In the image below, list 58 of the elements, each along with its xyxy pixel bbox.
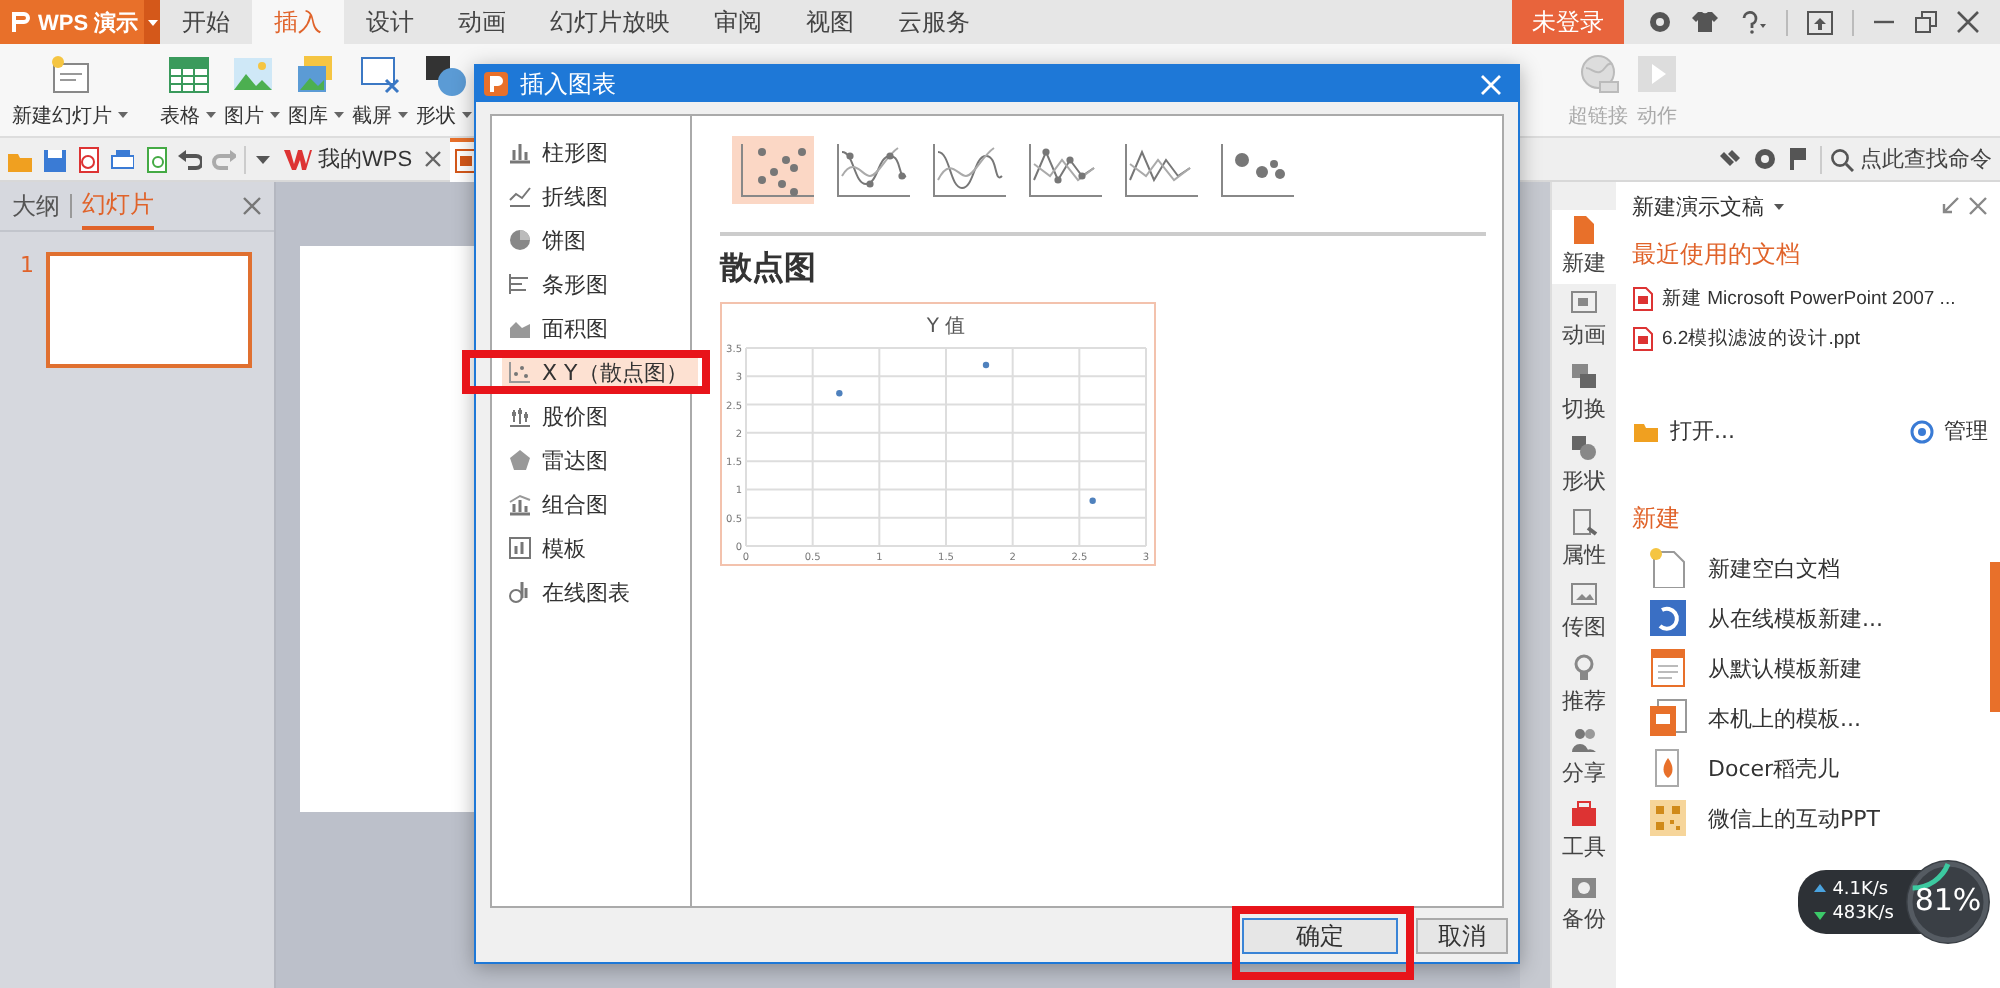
new-option-link[interactable]: 从在线模板新建...	[1708, 603, 1883, 633]
side-tab[interactable]: 传图	[1552, 575, 1616, 648]
new-option-link[interactable]: 新建空白文档	[1708, 553, 1840, 583]
ribbon-tab[interactable]: 设计	[344, 0, 436, 44]
open-link[interactable]: 打开...	[1670, 416, 1735, 446]
chart-type-item[interactable]: 柱形图	[502, 130, 618, 174]
pane-title-menu[interactable]: 新建演示文稿	[1632, 191, 1786, 221]
chart-type-item[interactable]: 面积图	[502, 306, 618, 350]
chart-type-item[interactable]: 雷达图	[502, 438, 618, 482]
ribbon-tab[interactable]: 幻灯片放映	[528, 0, 692, 44]
download-speed: 483K/s	[1832, 904, 1894, 924]
dialog-button[interactable]: 取消	[1416, 917, 1508, 953]
new-option-link[interactable]: Docer稻壳儿	[1708, 753, 1840, 783]
ribbon-button[interactable]: 截屏	[352, 51, 410, 129]
dialog-title: 插入图表	[520, 67, 616, 101]
panel-tab[interactable]: 大纲	[12, 182, 60, 230]
upload-speed: 4.1K/s	[1832, 880, 1889, 900]
ribbon-tab[interactable]: 云服务	[876, 0, 992, 44]
ribbon-button[interactable]: 图片	[224, 51, 282, 129]
new-option-link[interactable]: 本机上的模板...	[1708, 703, 1861, 733]
side-tab[interactable]: 形状	[1552, 429, 1616, 502]
ribbon-tab[interactable]: 动画	[436, 0, 528, 44]
side-tab[interactable]: 动画	[1552, 283, 1616, 356]
side-tab[interactable]: 分享	[1552, 721, 1616, 794]
chart-type-item[interactable]: 饼图	[502, 218, 596, 262]
usage-percent: 81%	[1912, 882, 1984, 918]
series-name: Y 值	[926, 316, 966, 338]
new-option-link[interactable]: 微信上的互动PPT	[1708, 803, 1880, 833]
preview-heading: 散点图	[720, 248, 818, 290]
chart-type-item[interactable]: 模板	[502, 526, 596, 570]
ribbon-tab[interactable]: 视图	[784, 0, 876, 44]
ribbon-button[interactable]: 图库	[288, 51, 346, 129]
new-option-link[interactable]: 从默认模板新建	[1708, 653, 1862, 683]
side-tab[interactable]: 推荐	[1552, 648, 1616, 721]
ribbon-tab[interactable]: 开始	[160, 0, 252, 44]
chart-type-item[interactable]: 股价图	[502, 394, 618, 438]
side-tab[interactable]: 工具	[1552, 794, 1616, 867]
chart-type-item[interactable]: 折线图	[502, 174, 618, 218]
manage-link[interactable]: 管理	[1944, 416, 1988, 446]
section-heading: 新建	[1632, 502, 1682, 536]
side-tab[interactable]: 新建	[1552, 210, 1616, 283]
side-tab[interactable]: 备份	[1552, 867, 1616, 940]
slide-number: 1	[20, 252, 34, 278]
ribbon-button[interactable]: 形状	[416, 51, 474, 129]
recent-file-link[interactable]: 新建 Microsoft PowerPoint 2007 ...	[1662, 286, 1956, 312]
recent-file-link[interactable]: 6.2模拟滤波的设计.ppt	[1662, 326, 1861, 352]
ribbon-tab[interactable]: 审阅	[692, 0, 784, 44]
ribbon-button[interactable]: 新建幻灯片	[12, 51, 130, 129]
chart-type-item[interactable]: 组合图	[502, 482, 618, 526]
section-heading: 最近使用的文档	[1632, 238, 1802, 272]
side-tab[interactable]: 属性	[1552, 502, 1616, 575]
chart-type-item[interactable]: 在线图表	[502, 570, 640, 614]
dialog-button[interactable]: 确定	[1242, 917, 1398, 953]
chart-type-item[interactable]: 条形图	[502, 262, 618, 306]
side-tab[interactable]: 切换	[1552, 356, 1616, 429]
ribbon-button[interactable]: 表格	[160, 51, 218, 129]
search-field[interactable]: 点此查找命令	[1860, 146, 1996, 172]
document-tab[interactable]: 我的WPS	[280, 137, 417, 181]
